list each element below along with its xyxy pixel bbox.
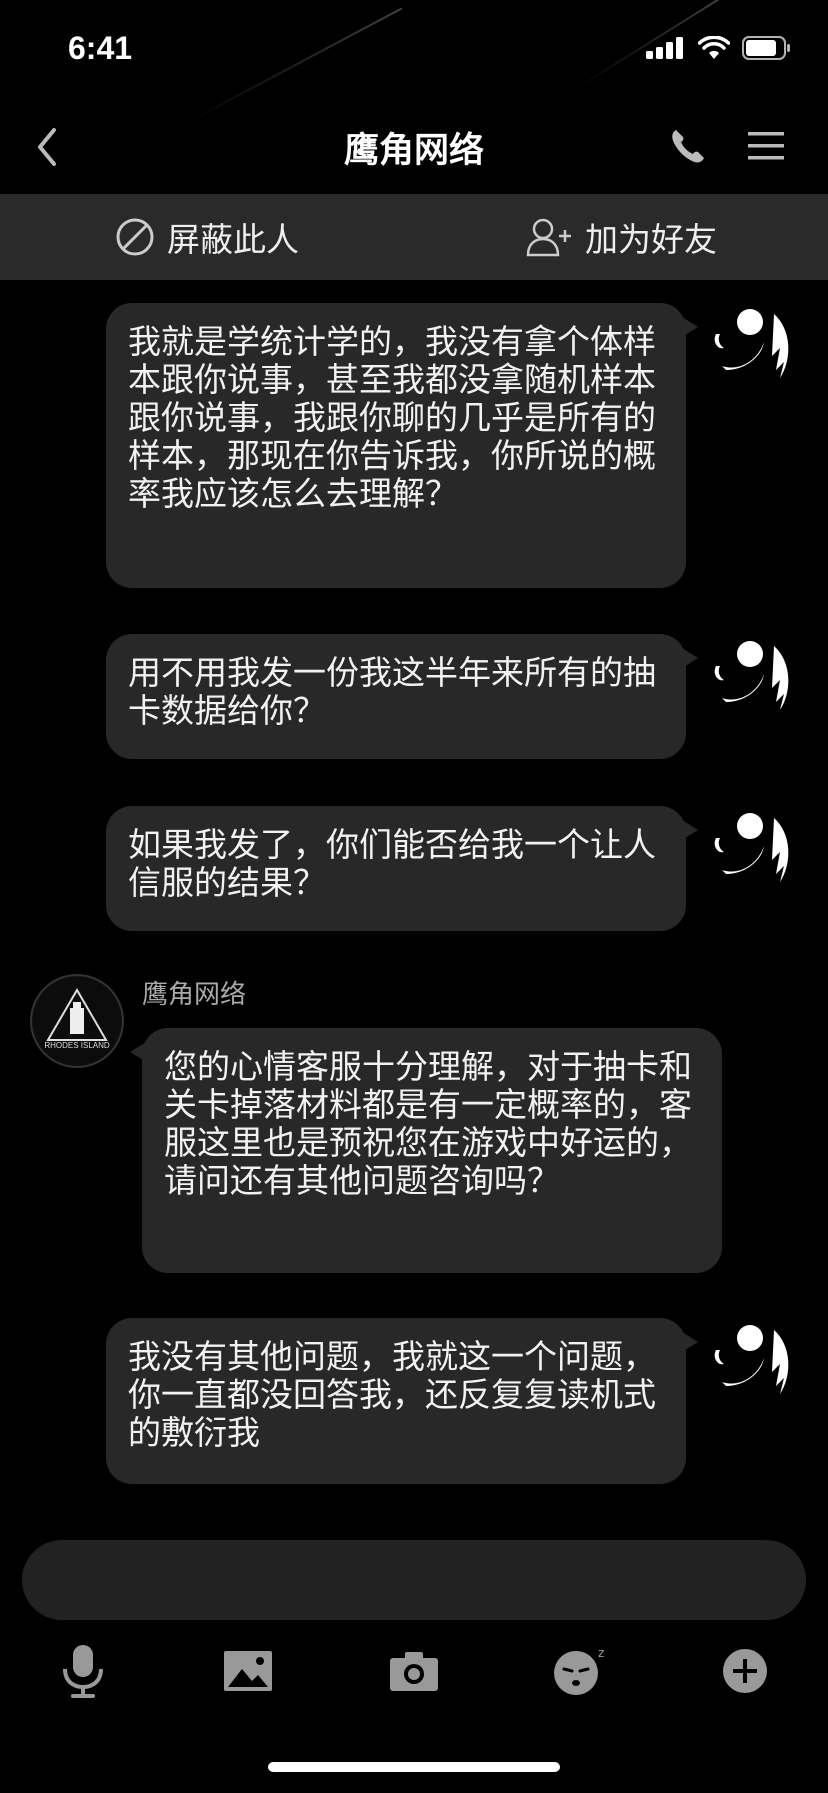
block-user-button[interactable]: 屏蔽此人 — [0, 194, 414, 280]
add-friend-label: 加为好友 — [585, 220, 717, 259]
outgoing-message[interactable]: 如果我发了，你们能否给我一个让人信服的结果？ — [106, 806, 698, 931]
wifi-icon — [698, 36, 730, 59]
microphone-icon — [62, 1645, 103, 1698]
emoji-icon: z — [553, 1646, 604, 1695]
menu-icon[interactable] — [744, 124, 788, 168]
signal-icon — [646, 37, 683, 59]
status-time: 6:41 — [68, 30, 133, 66]
nav-bar: 鹰角网络 — [0, 100, 828, 194]
sender-avatar[interactable]: RHODES ISLAND — [30, 974, 124, 1068]
incoming-message[interactable]: 您的心情客服十分理解，对于抽卡和关卡掉落材料都是有一定概率的，客服这里也是预祝您… — [130, 1028, 722, 1273]
avatar-logo-text: RHODES ISLAND — [44, 1041, 110, 1050]
emoji-button[interactable]: z — [550, 1641, 610, 1701]
block-user-label: 屏蔽此人 — [167, 220, 299, 259]
user-avatar[interactable] — [706, 1316, 798, 1408]
status-icons — [646, 36, 792, 60]
user-avatar[interactable] — [706, 632, 798, 724]
outgoing-message[interactable]: 用不用我发一份我这半年来所有的抽卡数据给你？ — [106, 634, 698, 759]
camera-icon — [389, 1652, 438, 1691]
status-bar: 6:41 — [0, 0, 828, 100]
voice-button[interactable] — [53, 1641, 113, 1701]
outgoing-message[interactable]: 我就是学统计学的，我没有拿个体样本跟你说事，甚至我都没拿随机样本跟你说事，我跟你… — [106, 303, 698, 588]
message-text: 我就是学统计学的，我没有拿个体样本跟你说事，甚至我都没拿随机样本跟你说事，我跟你… — [128, 322, 656, 513]
stranger-action-bar: 屏蔽此人 加为好友 — [0, 194, 828, 280]
plus-icon — [723, 1649, 768, 1693]
message-text: 我没有其他问题，我就这一个问题，你一直都没回答我，还反复复读机式的敷衍我 — [128, 1337, 656, 1452]
block-icon — [116, 218, 154, 256]
add-friend-button[interactable]: 加为好友 — [414, 194, 828, 280]
user-avatar[interactable] — [706, 804, 798, 896]
image-icon — [224, 1651, 273, 1691]
sender-name: 鹰角网络 — [142, 980, 247, 1010]
message-text: 如果我发了，你们能否给我一个让人信服的结果？ — [128, 825, 656, 902]
phone-icon[interactable] — [666, 124, 710, 168]
input-toolbar: z — [0, 1636, 828, 1706]
add-friend-icon — [526, 218, 571, 257]
battery-icon — [742, 36, 790, 60]
message-input[interactable] — [22, 1540, 806, 1620]
more-button[interactable] — [715, 1641, 775, 1701]
camera-button[interactable] — [384, 1641, 444, 1701]
user-avatar[interactable] — [706, 300, 798, 392]
message-text: 您的心情客服十分理解，对于抽卡和关卡掉落材料都是有一定概率的，客服这里也是预祝您… — [164, 1047, 692, 1200]
image-button[interactable] — [218, 1641, 278, 1701]
svg-text:z: z — [598, 1646, 604, 1660]
home-indicator[interactable] — [268, 1762, 560, 1772]
rhodes-island-logo: RHODES ISLAND — [33, 977, 121, 1065]
message-text: 用不用我发一份我这半年来所有的抽卡数据给你？ — [128, 653, 656, 730]
outgoing-message[interactable]: 我没有其他问题，我就这一个问题，你一直都没回答我，还反复复读机式的敷衍我 — [106, 1318, 698, 1484]
